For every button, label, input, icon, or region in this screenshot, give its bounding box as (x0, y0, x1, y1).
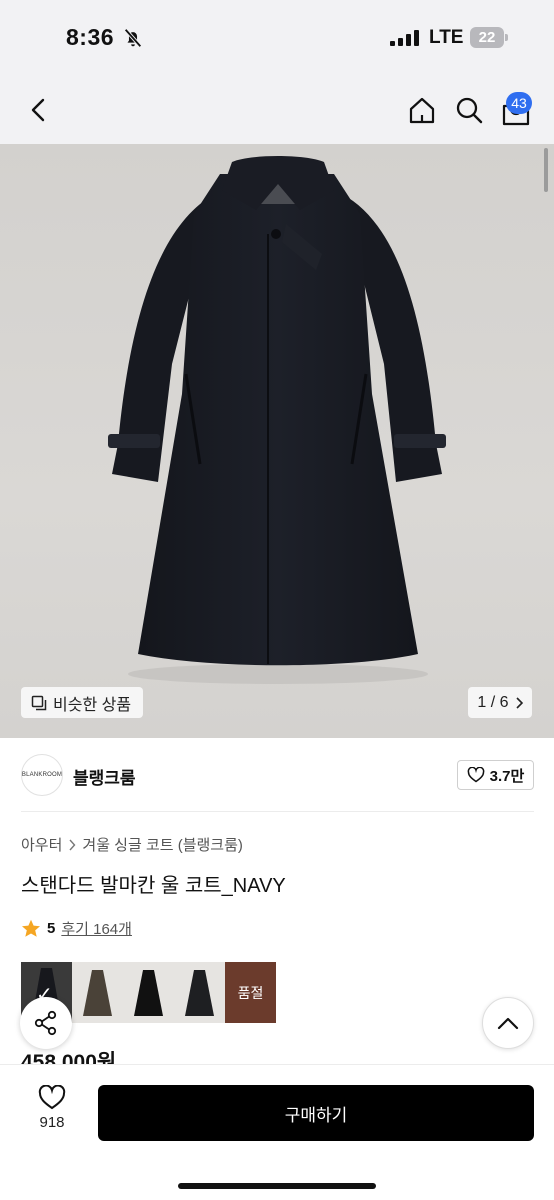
color-option-camel[interactable]: 품절 (225, 962, 276, 1023)
color-option-charcoal[interactable] (174, 962, 225, 1023)
chevron-right-icon (515, 696, 523, 709)
star-icon (22, 919, 40, 937)
wishlist-count: 918 (39, 1114, 65, 1131)
sold-out-label: 품절 (237, 985, 264, 1001)
scrollbar[interactable] (544, 148, 548, 192)
battery-icon: 22 (470, 27, 508, 48)
bottom-action-bar: 918 구매하기 (0, 1064, 554, 1200)
review-count-link[interactable]: 후기 164개 (61, 918, 132, 939)
coat-thumbnail (185, 970, 214, 1016)
breadcrumb: 아우터 겨울 싱글 코트 (블랭크룸) (21, 834, 243, 855)
image-page-counter[interactable]: 1 / 6 (468, 687, 532, 718)
status-bar: 8:36 LTE 22 (0, 0, 554, 76)
product-title: 스탠다드 발마칸 울 코트_NAVY (21, 875, 286, 897)
share-icon (34, 1010, 57, 1036)
back-icon[interactable] (24, 95, 54, 125)
signal-icon (390, 30, 419, 46)
color-option-black[interactable] (123, 962, 174, 1023)
battery-level: 22 (478, 29, 496, 46)
rating-row: 5 후기 164개 (21, 918, 132, 939)
similar-products-label: 비슷한 상품 (53, 696, 132, 714)
product-image[interactable] (0, 144, 554, 738)
share-button[interactable] (20, 997, 72, 1049)
chevron-right-icon (69, 839, 76, 850)
chevron-up-icon (497, 1017, 519, 1030)
heart-icon (467, 767, 485, 783)
brand-logo[interactable]: BLANKROOM (21, 754, 63, 796)
brand-like-button[interactable]: 3.7만 (457, 760, 534, 790)
coat-thumbnail (134, 970, 163, 1016)
home-indicator[interactable] (178, 1183, 376, 1189)
wishlist-button[interactable]: 918 (26, 1085, 78, 1141)
status-time: 8:36 (66, 24, 115, 50)
brand-name[interactable]: 블랭크룸 (73, 764, 136, 789)
similar-products-button[interactable]: 비슷한 상품 (21, 687, 144, 718)
coat-thumbnail (83, 970, 112, 1016)
buy-button[interactable]: 구매하기 (98, 1085, 534, 1141)
network-type: LTE (429, 27, 464, 48)
scroll-to-top-button[interactable] (482, 997, 534, 1049)
brand-row[interactable]: BLANKROOM 블랭크룸 3.7만 (0, 748, 554, 806)
divider (21, 811, 534, 812)
breadcrumb-item[interactable]: 아우터 (21, 834, 62, 855)
color-option-brown-check[interactable] (72, 962, 123, 1023)
page-counter-text: 1 / 6 (477, 693, 509, 711)
breadcrumb-item[interactable]: 겨울 싱글 코트 (블랭크룸) (82, 834, 243, 855)
heart-icon (38, 1085, 66, 1110)
coat-illustration (108, 156, 446, 684)
rating-score: 5 (47, 920, 56, 937)
cart-count-badge: 43 (506, 92, 532, 114)
search-icon[interactable] (454, 95, 484, 125)
bell-slash-icon (124, 28, 142, 48)
copy-icon (31, 695, 47, 710)
brand-like-count: 3.7만 (489, 767, 525, 785)
home-icon[interactable] (407, 95, 437, 125)
